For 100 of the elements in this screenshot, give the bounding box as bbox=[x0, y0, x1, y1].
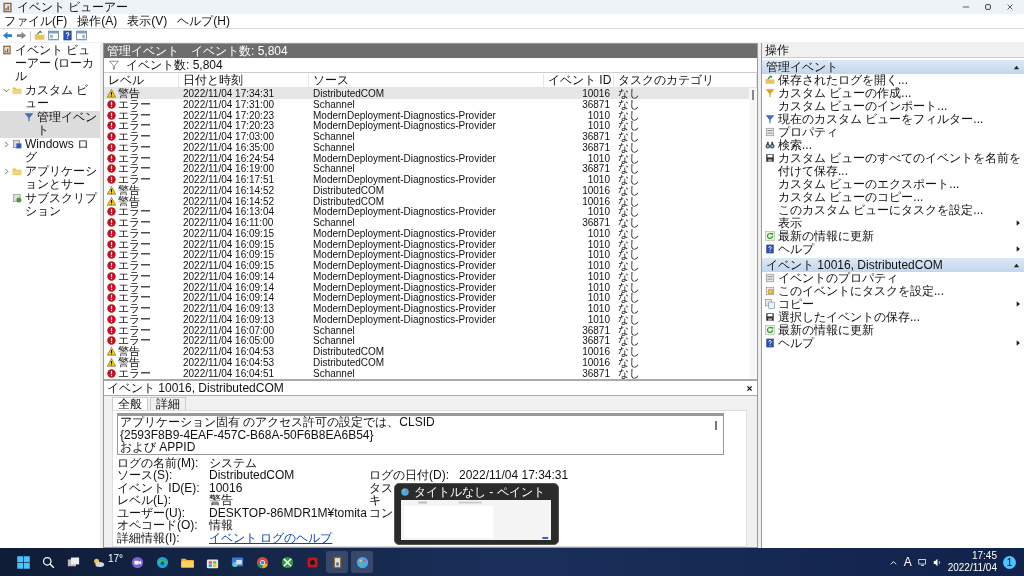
table-row[interactable]: エラー 2022/11/04 16:09:15 ModernDeployment-Diagnostics-Provider 1010 なし bbox=[104, 260, 749, 271]
column-header[interactable]: 日付と時刻 bbox=[179, 73, 309, 87]
table-row[interactable]: 警告 2022/11/04 16:14:52 DistributedCOM 10016 なし bbox=[104, 184, 749, 196]
menu-item[interactable]: 操作(A) bbox=[77, 14, 118, 28]
chevron-icon[interactable] bbox=[3, 87, 10, 94]
table-cell-text: DistributedCOM bbox=[312, 88, 386, 99]
network-icon[interactable] bbox=[917, 557, 927, 567]
table-row[interactable]: エラー 2022/11/04 16:35:00 Schannel 36871 なし bbox=[104, 141, 749, 153]
table-row[interactable]: 警告 2022/11/04 17:34:31 DistributedCOM 10016 なし bbox=[104, 88, 749, 99]
chevron-icon[interactable] bbox=[3, 141, 10, 148]
clock-date[interactable]: 2022/11/04 bbox=[947, 562, 997, 574]
tab[interactable]: 全般 bbox=[112, 397, 148, 410]
tree-item[interactable]: Windows ログ bbox=[0, 138, 100, 165]
table-row[interactable]: エラー 2022/11/04 17:20:23 ModernDeployment-Diagnostics-Provider 1010 なし bbox=[104, 109, 749, 121]
action-item[interactable]: 保存されたログを開く... bbox=[762, 74, 1024, 87]
table-cell-text: ModernDeployment-Diagnostics-Provider bbox=[312, 227, 497, 239]
table-row[interactable]: エラー 2022/11/04 16:07:00 Schannel 36871 なし bbox=[104, 324, 749, 336]
table-row[interactable]: エラー 2022/11/04 16:09:15 ModernDeployment-Diagnostics-Provider 1010 なし bbox=[104, 227, 749, 239]
table-row[interactable]: エラー 2022/11/04 17:03:00 Schannel 36871 なし bbox=[104, 131, 749, 142]
action-item[interactable]: プロパティ bbox=[762, 126, 1024, 139]
table-row[interactable]: エラー 2022/11/04 16:13:04 ModernDeployment-Diagnostics-Provider 1010 なし bbox=[104, 206, 749, 217]
back-icon[interactable] bbox=[2, 30, 13, 41]
forward-icon[interactable] bbox=[16, 30, 27, 41]
section-header[interactable]: イベント 10016, DistributedCOM bbox=[762, 258, 1024, 272]
action-item[interactable]: このカスタム ビューにタスクを設定... bbox=[762, 204, 1024, 217]
action-item[interactable]: カスタム ビューのすべてのイベントを名前を付けて保存... bbox=[762, 152, 1024, 178]
table-cell-text: ModernDeployment-Diagnostics-Provider bbox=[312, 260, 497, 271]
table-row[interactable]: エラー 2022/11/04 17:31:00 Schannel 36871 なし bbox=[104, 98, 749, 110]
table-row[interactable]: エラー 2022/11/04 17:20:23 ModernDeployment-Diagnostics-Provider 1010 なし bbox=[104, 120, 749, 131]
volume-icon[interactable] bbox=[932, 557, 942, 567]
table-cell-text: 2022/11/04 16:24:54 bbox=[182, 152, 275, 164]
table-row[interactable]: エラー 2022/11/04 16:09:14 ModernDeployment-Diagnostics-Provider 1010 なし bbox=[104, 292, 749, 303]
collapse-icon[interactable] bbox=[1013, 261, 1020, 269]
table-row[interactable]: 警告 2022/11/04 16:04:53 DistributedCOM 10016 なし bbox=[104, 346, 749, 357]
table-row[interactable]: エラー 2022/11/04 16:17:51 ModernDeployment-Diagnostics-Provider 1010 なし bbox=[104, 174, 749, 185]
tree-item[interactable]: アプリケーションとサー bbox=[0, 165, 100, 192]
chevron-icon[interactable] bbox=[3, 168, 10, 175]
section-header[interactable]: 管理イベント bbox=[762, 60, 1024, 74]
scrollbar[interactable] bbox=[749, 88, 757, 379]
help-icon[interactable] bbox=[62, 30, 73, 41]
close-icon[interactable] bbox=[1006, 3, 1014, 11]
column-header[interactable]: ソース bbox=[309, 73, 544, 87]
table-row[interactable]: エラー 2022/11/04 16:11:00 Schannel 36871 なし bbox=[104, 217, 749, 228]
table-row[interactable]: エラー 2022/11/04 16:24:54 ModernDeployment-Diagnostics-Provider 1010 なし bbox=[104, 152, 749, 164]
window-preview-popup[interactable]: タイトルなし - ペイント bbox=[394, 483, 559, 545]
notification-badge[interactable]: 1 bbox=[1003, 555, 1016, 569]
tree-item[interactable]: イベント ビューアー (ローカル bbox=[0, 44, 100, 84]
column-header[interactable]: タスクのカテゴリ bbox=[614, 73, 757, 87]
action-item[interactable]: カスタム ビューのエクスポート... bbox=[762, 178, 1024, 191]
table-row[interactable]: エラー 2022/11/04 16:19:00 Schannel 36871 なし bbox=[104, 163, 749, 174]
action-item[interactable]: 最新の情報に更新 bbox=[762, 230, 1024, 243]
tab[interactable]: 詳細 bbox=[150, 397, 186, 410]
clock-time[interactable]: 17:45 bbox=[971, 550, 997, 562]
table-row[interactable]: エラー 2022/11/04 16:05:00 Schannel 36871 なし bbox=[104, 335, 749, 346]
action-item[interactable]: カスタム ビューのインポート... bbox=[762, 100, 1024, 113]
ime-indicator[interactable]: A bbox=[903, 555, 912, 569]
action-item[interactable]: ヘルプ bbox=[762, 243, 1024, 256]
field-label: コン bbox=[369, 506, 393, 519]
action-item[interactable]: イベントのプロパティ bbox=[762, 272, 1024, 285]
table-row[interactable]: エラー 2022/11/04 16:09:14 ModernDeployment-Diagnostics-Provider 1010 なし bbox=[104, 281, 749, 293]
action-item[interactable]: 検索... bbox=[762, 139, 1024, 152]
column-header[interactable]: レベル bbox=[104, 73, 179, 87]
table-row[interactable]: 警告 2022/11/04 16:14:52 DistributedCOM 10016 なし bbox=[104, 195, 749, 207]
action-item[interactable]: 表示 bbox=[762, 217, 1024, 230]
close-icon[interactable] bbox=[746, 384, 753, 392]
table-row[interactable]: エラー 2022/11/04 16:09:14 ModernDeployment-Diagnostics-Provider 1010 なし bbox=[104, 270, 749, 282]
table-row[interactable]: エラー 2022/11/04 16:04:51 Schannel 36871 なし bbox=[104, 367, 749, 379]
action-item[interactable]: 現在のカスタム ビューをフィルター... bbox=[762, 113, 1024, 126]
menu-item[interactable]: ファイル(F) bbox=[4, 14, 68, 28]
action-item[interactable]: カスタム ビューのコピー... bbox=[762, 191, 1024, 204]
table-cell-text: なし bbox=[617, 227, 641, 239]
table-cell-text: なし bbox=[617, 303, 641, 314]
table-row[interactable]: エラー 2022/11/04 16:09:15 ModernDeployment-Diagnostics-Provider 1010 なし bbox=[104, 249, 749, 260]
tree-item[interactable]: カスタム ビュー bbox=[0, 84, 100, 111]
action-item[interactable]: 選択したイベントの保存... bbox=[762, 311, 1024, 324]
tree-item[interactable]: 管理イベント bbox=[0, 111, 100, 138]
table-row[interactable]: エラー 2022/11/04 16:09:13 ModernDeployment-Diagnostics-Provider 1010 なし bbox=[104, 303, 749, 314]
table-row[interactable]: エラー 2022/11/04 16:09:13 ModernDeployment-Diagnostics-Provider 1010 なし bbox=[104, 313, 749, 325]
table-cell-text: なし bbox=[617, 152, 641, 164]
action-item[interactable]: コピー bbox=[762, 298, 1024, 311]
action-item[interactable]: ヘルプ bbox=[762, 337, 1024, 350]
help-link[interactable]: イベント ログのヘルプ bbox=[209, 531, 333, 544]
menu-item[interactable]: 表示(V) bbox=[127, 14, 168, 28]
column-header[interactable]: イベント ID bbox=[544, 73, 614, 87]
table-row[interactable]: エラー 2022/11/04 16:09:15 ModernDeployment-Diagnostics-Provider 1010 なし bbox=[104, 238, 749, 250]
tree-item[interactable]: サブスクリプション bbox=[0, 192, 100, 219]
action-item[interactable]: このイベントにタスクを設定... bbox=[762, 285, 1024, 298]
taskbar-button[interactable] bbox=[326, 551, 349, 573]
collapse-icon[interactable] bbox=[1013, 63, 1020, 71]
table-cell-text: 2022/11/04 16:09:14 bbox=[182, 292, 275, 304]
taskbar-button[interactable] bbox=[351, 551, 374, 573]
folder-up-icon[interactable] bbox=[34, 30, 45, 41]
browser-icon bbox=[254, 554, 270, 570]
table-row[interactable]: 警告 2022/11/04 16:04:53 DistributedCOM 10016 なし bbox=[104, 356, 749, 368]
action-item[interactable]: 最新の情報に更新 bbox=[762, 324, 1024, 337]
table-cell-text: Schannel bbox=[312, 141, 356, 153]
table-cell-text: なし bbox=[617, 163, 641, 175]
menu-item[interactable]: ヘルプ(H) bbox=[177, 14, 230, 28]
restore-icon[interactable] bbox=[984, 3, 992, 11]
action-item[interactable]: カスタム ビューの作成... bbox=[762, 87, 1024, 100]
